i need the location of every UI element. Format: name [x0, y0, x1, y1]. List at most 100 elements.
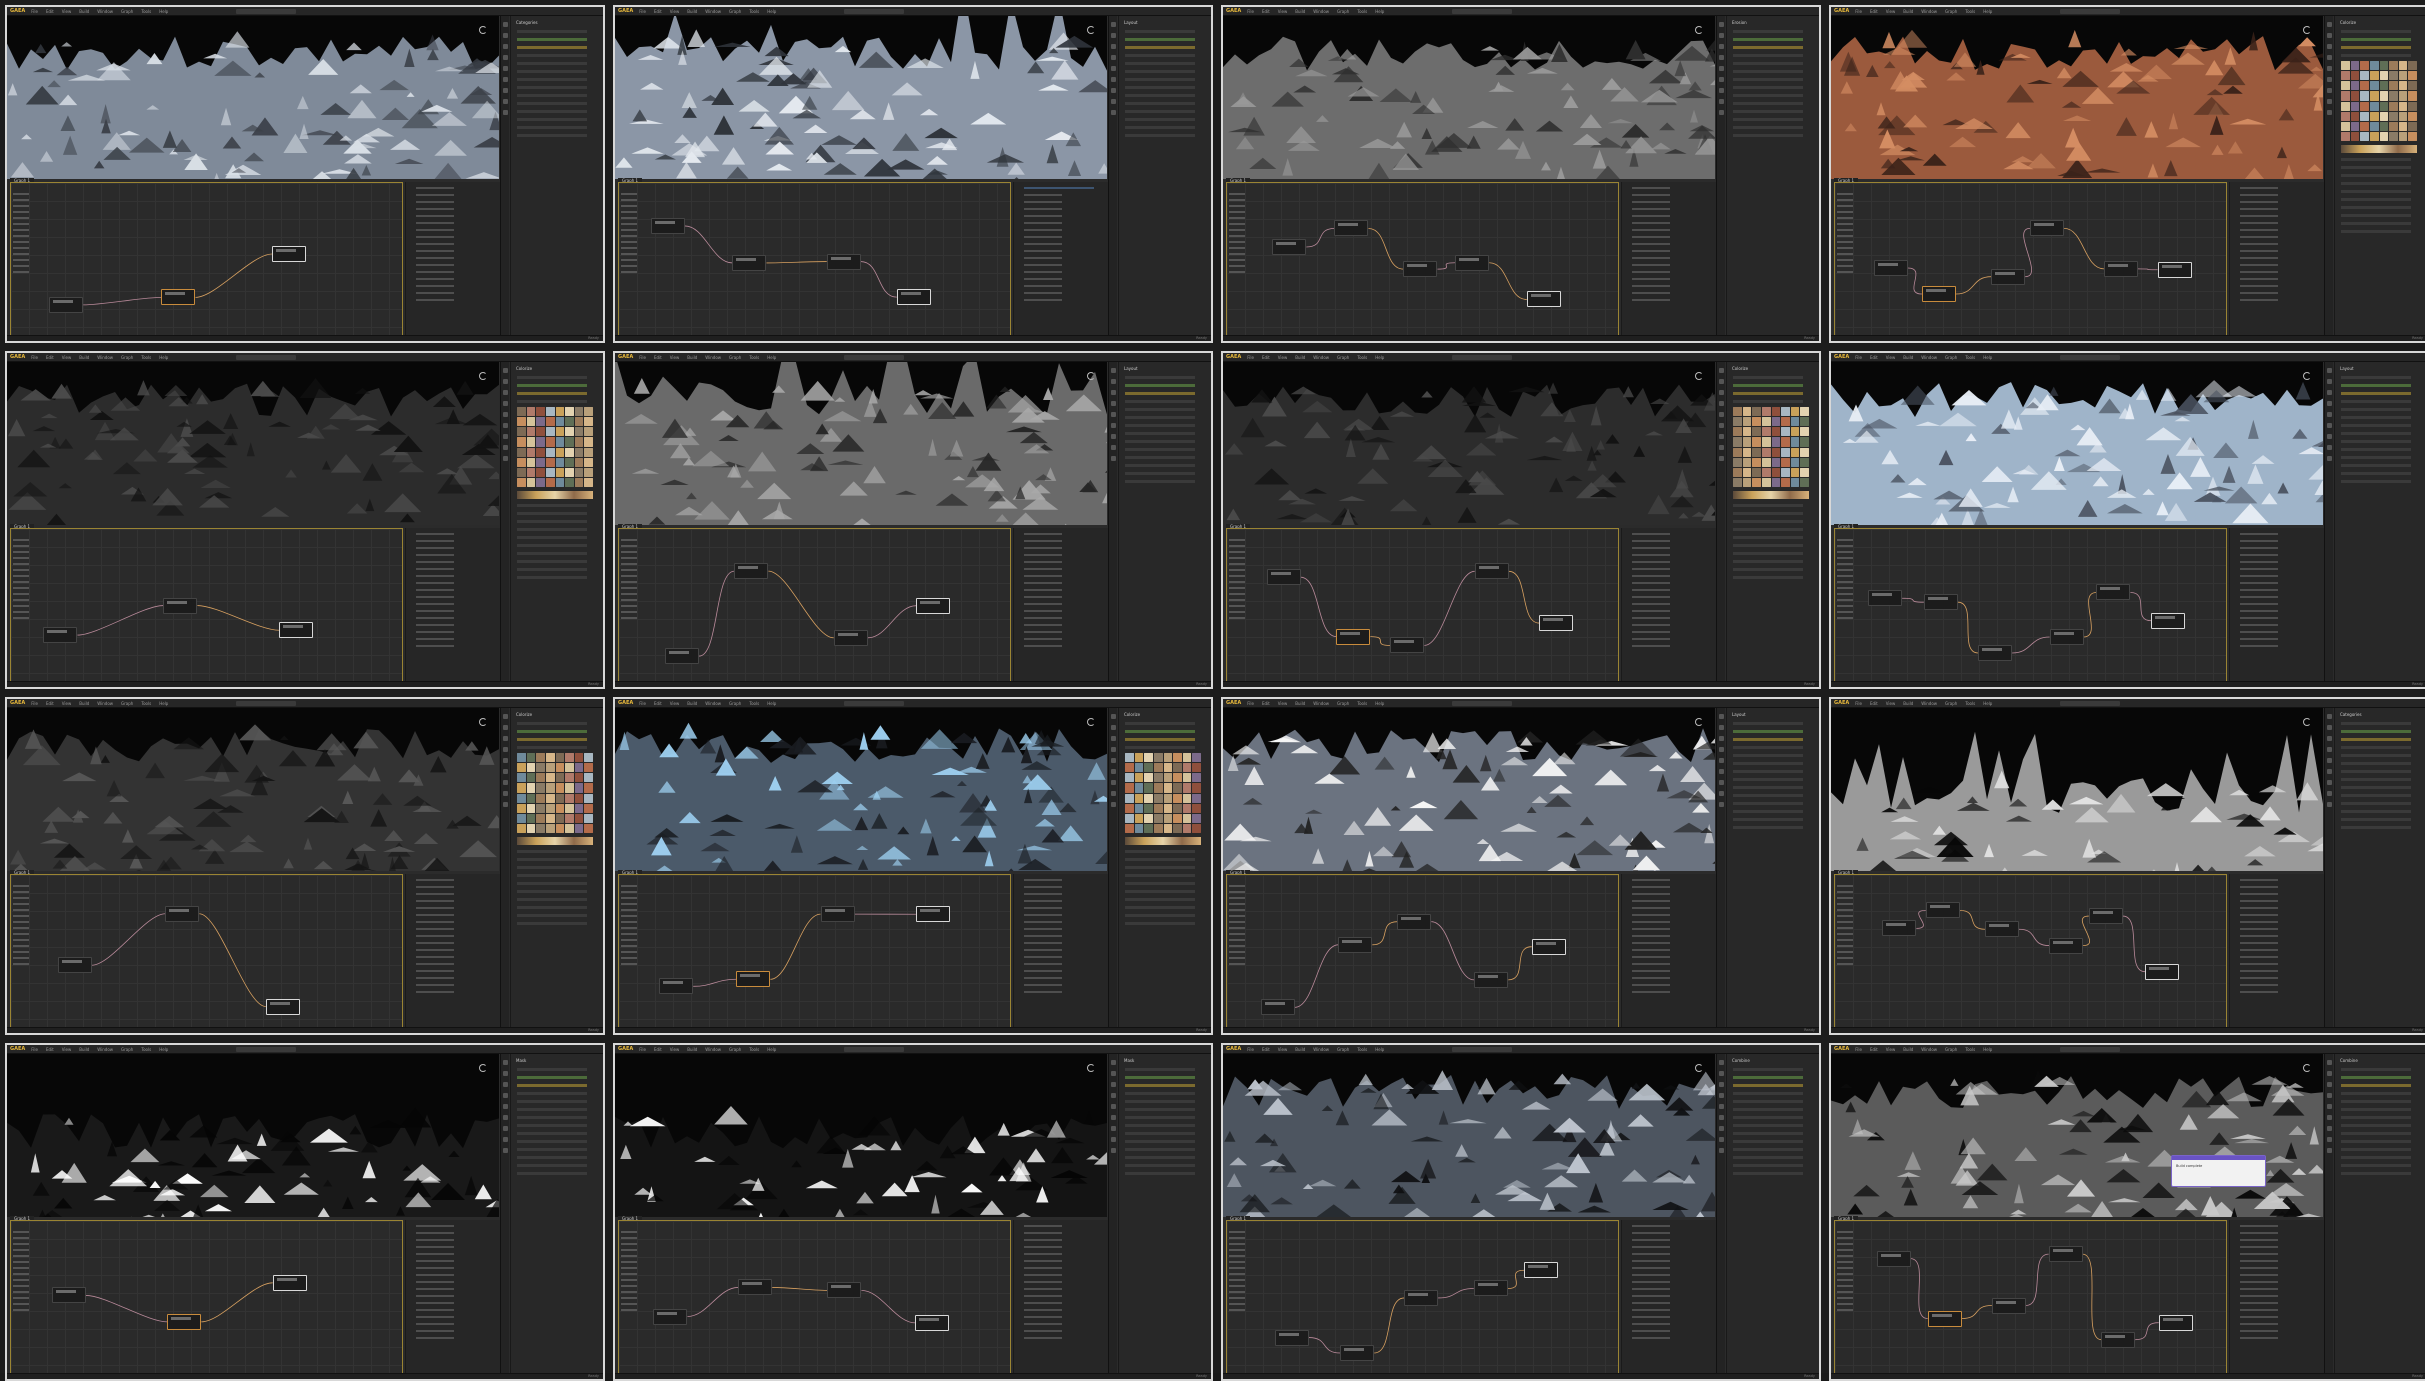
tool-icon[interactable]	[1111, 1148, 1116, 1153]
color-swatch[interactable]	[546, 437, 555, 446]
property-field[interactable]	[1733, 384, 1803, 387]
menu-item-file[interactable]: File	[1855, 1047, 1862, 1052]
menu-item-graph[interactable]: Graph	[729, 9, 741, 14]
node-library-item[interactable]	[416, 596, 454, 598]
node-library-item[interactable]	[2240, 610, 2278, 612]
color-swatch[interactable]	[546, 794, 555, 803]
menu-item-graph[interactable]: Graph	[1945, 1047, 1957, 1052]
menu-item-help[interactable]: Help	[159, 1047, 168, 1052]
color-swatch[interactable]	[1791, 407, 1800, 416]
terrain-render[interactable]	[615, 1054, 1107, 1217]
property-field[interactable]	[517, 110, 587, 113]
node-library-item[interactable]	[416, 963, 454, 965]
graph-node[interactable]	[266, 999, 300, 1015]
node-library-item[interactable]	[2240, 1288, 2278, 1290]
color-swatch[interactable]	[2408, 132, 2417, 141]
color-swatch[interactable]	[565, 448, 574, 457]
menu-item-edit[interactable]: Edit	[654, 355, 662, 360]
property-field[interactable]	[517, 528, 587, 531]
color-swatch[interactable]	[1743, 468, 1752, 477]
property-field[interactable]	[1733, 1164, 1803, 1167]
menu-item-tools[interactable]: Tools	[1965, 701, 1975, 706]
node-library-item[interactable]	[2240, 624, 2278, 626]
node-library-item[interactable]	[1024, 264, 1062, 266]
property-field[interactable]	[1125, 46, 1195, 49]
node-library-item[interactable]	[1024, 907, 1062, 909]
graph-node[interactable]	[1455, 255, 1489, 271]
property-field[interactable]	[2341, 166, 2411, 169]
color-swatch[interactable]	[556, 794, 565, 803]
color-swatch[interactable]	[2360, 132, 2369, 141]
tool-icon[interactable]	[2327, 110, 2332, 115]
color-swatch[interactable]	[546, 427, 555, 436]
property-field[interactable]	[517, 1100, 587, 1103]
menu-item-edit[interactable]: Edit	[1262, 701, 1270, 706]
node-library-item[interactable]	[2240, 970, 2278, 972]
node-library-item[interactable]	[2240, 1260, 2278, 1262]
menu-item-build[interactable]: Build	[79, 701, 89, 706]
property-field[interactable]	[1125, 38, 1195, 41]
property-field[interactable]	[1733, 1076, 1803, 1079]
menu-item-build[interactable]: Build	[1295, 1047, 1305, 1052]
color-swatch[interactable]	[1125, 753, 1134, 762]
color-swatch[interactable]	[536, 427, 545, 436]
color-swatch[interactable]	[1743, 417, 1752, 426]
menu-item-graph[interactable]: Graph	[1945, 701, 1957, 706]
menu-item-view[interactable]: View	[1886, 1047, 1896, 1052]
node-library-item[interactable]	[2240, 921, 2278, 923]
menu-item-build[interactable]: Build	[79, 1047, 89, 1052]
orbit-icon[interactable]	[479, 372, 487, 380]
document-tab[interactable]	[1452, 9, 1512, 14]
color-swatch[interactable]	[1135, 783, 1144, 792]
color-swatch[interactable]	[536, 478, 545, 487]
color-swatch[interactable]	[565, 783, 574, 792]
property-field[interactable]	[1733, 1132, 1803, 1135]
color-swatch[interactable]	[1173, 763, 1182, 772]
property-field[interactable]	[1125, 906, 1195, 909]
property-field[interactable]	[1125, 1084, 1195, 1087]
node-library-item[interactable]	[416, 1253, 454, 1255]
menu-item-file[interactable]: File	[31, 1047, 38, 1052]
menu-item-window[interactable]: Window	[1313, 355, 1329, 360]
node-library-item[interactable]	[1024, 956, 1062, 958]
property-field[interactable]	[517, 738, 587, 741]
menu-item-view[interactable]: View	[62, 1047, 72, 1052]
node-library-item[interactable]	[1632, 285, 1670, 287]
color-swatch[interactable]	[2408, 102, 2417, 111]
color-swatch[interactable]	[1192, 763, 1201, 772]
property-field[interactable]	[517, 118, 587, 121]
node-library-item[interactable]	[416, 278, 454, 280]
menu-item-help[interactable]: Help	[159, 355, 168, 360]
property-field[interactable]	[1733, 802, 1803, 805]
property-field[interactable]	[1733, 746, 1803, 749]
tool-icon[interactable]	[1719, 99, 1724, 104]
graph-node[interactable]	[167, 1314, 201, 1330]
property-field[interactable]	[517, 1076, 587, 1079]
graph-node[interactable]	[1882, 920, 1916, 936]
terrain-render[interactable]	[7, 362, 499, 525]
graph-node[interactable]	[665, 648, 699, 664]
node-library-item[interactable]	[2240, 278, 2278, 280]
menu-item-window[interactable]: Window	[1921, 9, 1937, 14]
tool-icon[interactable]	[1719, 110, 1724, 115]
node-library-item[interactable]	[416, 582, 454, 584]
node-library-item[interactable]	[1024, 589, 1062, 591]
color-swatch[interactable]	[1144, 804, 1153, 813]
node-library-item[interactable]	[416, 1281, 454, 1283]
color-swatch[interactable]	[1733, 417, 1742, 426]
color-swatch[interactable]	[546, 783, 555, 792]
color-swatch[interactable]	[1135, 804, 1144, 813]
node-library-item[interactable]	[1632, 1267, 1670, 1269]
graph-node[interactable]	[1267, 569, 1301, 585]
tool-icon[interactable]	[1719, 1104, 1724, 1109]
color-swatch[interactable]	[1173, 814, 1182, 823]
node-library-item[interactable]	[1024, 236, 1062, 238]
property-field[interactable]	[2341, 464, 2411, 467]
menu-item-tools[interactable]: Tools	[749, 355, 759, 360]
property-field[interactable]	[2341, 746, 2411, 749]
tool-icon[interactable]	[1719, 412, 1724, 417]
property-field[interactable]	[517, 102, 587, 105]
node-library-item[interactable]	[416, 900, 454, 902]
tool-icon[interactable]	[1111, 1082, 1116, 1087]
menu-item-build[interactable]: Build	[687, 701, 697, 706]
